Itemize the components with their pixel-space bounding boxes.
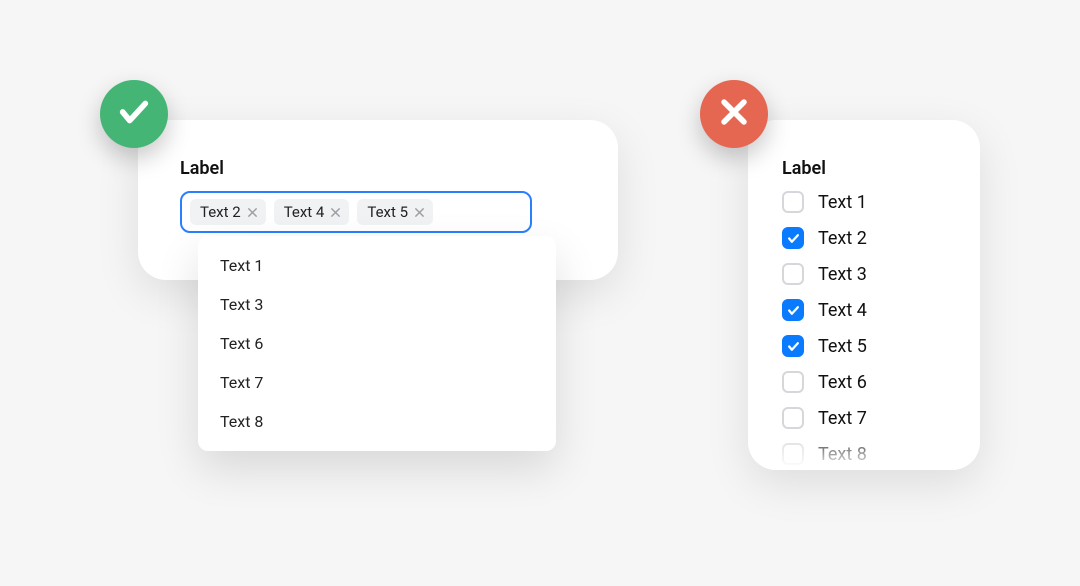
checkbox-label: Text 6 xyxy=(818,372,867,393)
checkbox-label: Text 1 xyxy=(818,192,867,213)
checkbox[interactable] xyxy=(782,335,804,357)
checkbox[interactable] xyxy=(782,371,804,393)
checkbox-row[interactable]: Text 1 xyxy=(782,191,946,213)
dropdown-option[interactable]: Text 8 xyxy=(198,402,556,441)
checkbox[interactable] xyxy=(782,407,804,429)
dropdown-option[interactable]: Text 1 xyxy=(198,246,556,285)
checkbox-row[interactable]: Text 5 xyxy=(782,335,946,357)
checkbox-row[interactable]: Text 8 xyxy=(782,443,946,465)
checkbox-label: Text 8 xyxy=(818,444,867,465)
checkbox-row[interactable]: Text 2 xyxy=(782,227,946,249)
dropdown-option[interactable]: Text 7 xyxy=(198,363,556,402)
checkbox[interactable] xyxy=(782,227,804,249)
chip-remove-icon[interactable] xyxy=(247,207,258,218)
good-pattern-badge xyxy=(100,80,168,148)
checkbox-row[interactable]: Text 4 xyxy=(782,299,946,321)
selected-chip: Text 2 xyxy=(190,199,266,225)
chip-remove-icon[interactable] xyxy=(330,207,341,218)
checkbox[interactable] xyxy=(782,263,804,285)
checkbox-label: Text 4 xyxy=(818,300,867,321)
checkbox[interactable] xyxy=(782,443,804,465)
checkbox-row[interactable]: Text 7 xyxy=(782,407,946,429)
chip-label: Text 4 xyxy=(284,203,325,221)
field-label: Label xyxy=(782,158,946,179)
checkbox-row[interactable]: Text 3 xyxy=(782,263,946,285)
checkbox-label: Text 3 xyxy=(818,264,867,285)
dropdown-option[interactable]: Text 3 xyxy=(198,285,556,324)
selected-chip: Text 5 xyxy=(357,199,433,225)
bad-example-card: Label Text 1Text 2Text 3Text 4Text 5Text… xyxy=(748,120,980,470)
chip-label: Text 2 xyxy=(200,203,241,221)
dropdown-option[interactable]: Text 6 xyxy=(198,324,556,363)
checkbox-row[interactable]: Text 6 xyxy=(782,371,946,393)
multiselect-dropdown: Text 1Text 3Text 6Text 7Text 8 xyxy=(198,236,556,451)
checkbox[interactable] xyxy=(782,299,804,321)
checkbox[interactable] xyxy=(782,191,804,213)
bad-pattern-badge xyxy=(700,80,768,148)
checkbox-label: Text 7 xyxy=(818,408,867,429)
chip-label: Text 5 xyxy=(367,203,408,221)
checkbox-list: Text 1 Text 2 Text 3 Text 4 Text 5 Text 6 Text… xyxy=(782,191,946,465)
field-label: Label xyxy=(180,158,576,179)
checkbox-label: Text 5 xyxy=(818,336,867,357)
chip-remove-icon[interactable] xyxy=(414,207,425,218)
multiselect-input[interactable]: Text 2 Text 4 Text 5 xyxy=(180,191,532,233)
selected-chip: Text 4 xyxy=(274,199,350,225)
close-icon xyxy=(717,95,751,133)
check-icon xyxy=(117,95,151,133)
checkbox-label: Text 2 xyxy=(818,228,867,249)
